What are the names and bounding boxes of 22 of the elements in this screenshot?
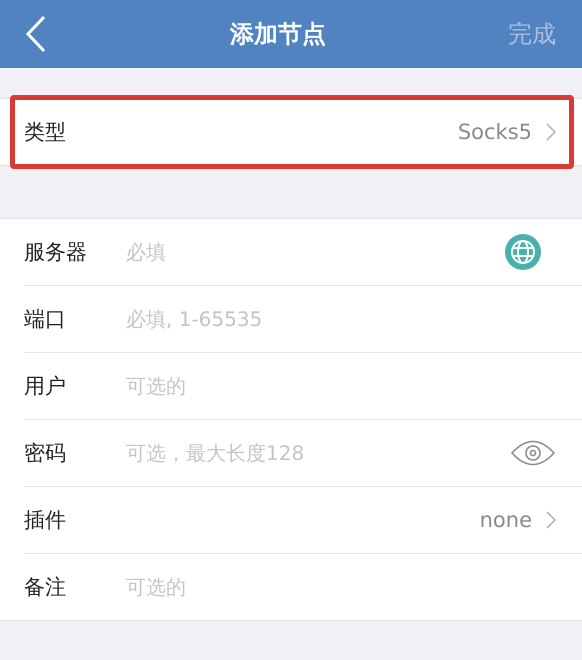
eye-icon[interactable] <box>510 438 556 468</box>
field-label: 备注 <box>24 574 67 601</box>
input-field[interactable]: 可选的 <box>124 574 556 600</box>
globe-icon[interactable] <box>504 233 542 271</box>
input-field[interactable]: 可选的 <box>124 373 556 399</box>
chevron-icon <box>546 123 556 141</box>
chevron-icon <box>546 511 556 529</box>
field-label: 密码 <box>24 440 67 467</box>
field-label: 插件 <box>24 507 67 534</box>
page-title: 添加节点 <box>228 19 327 50</box>
field-label: 端口 <box>24 306 67 333</box>
input-field[interactable]: 必填, 1-65535 <box>124 306 556 332</box>
field-value: none <box>480 508 532 532</box>
field-label: 用户 <box>24 373 67 400</box>
back-button[interactable] <box>24 14 48 54</box>
field-value: Socks5 <box>458 120 532 144</box>
input-field[interactable]: 必填 <box>124 239 504 265</box>
field-label: 服务器 <box>24 239 88 266</box>
type-row[interactable]: 类型 Socks5 <box>0 99 582 165</box>
field-label: 类型 <box>24 119 67 146</box>
select-row[interactable]: 插件 none <box>0 487 582 553</box>
input-field[interactable]: 可选，最大长度128 <box>124 440 510 466</box>
